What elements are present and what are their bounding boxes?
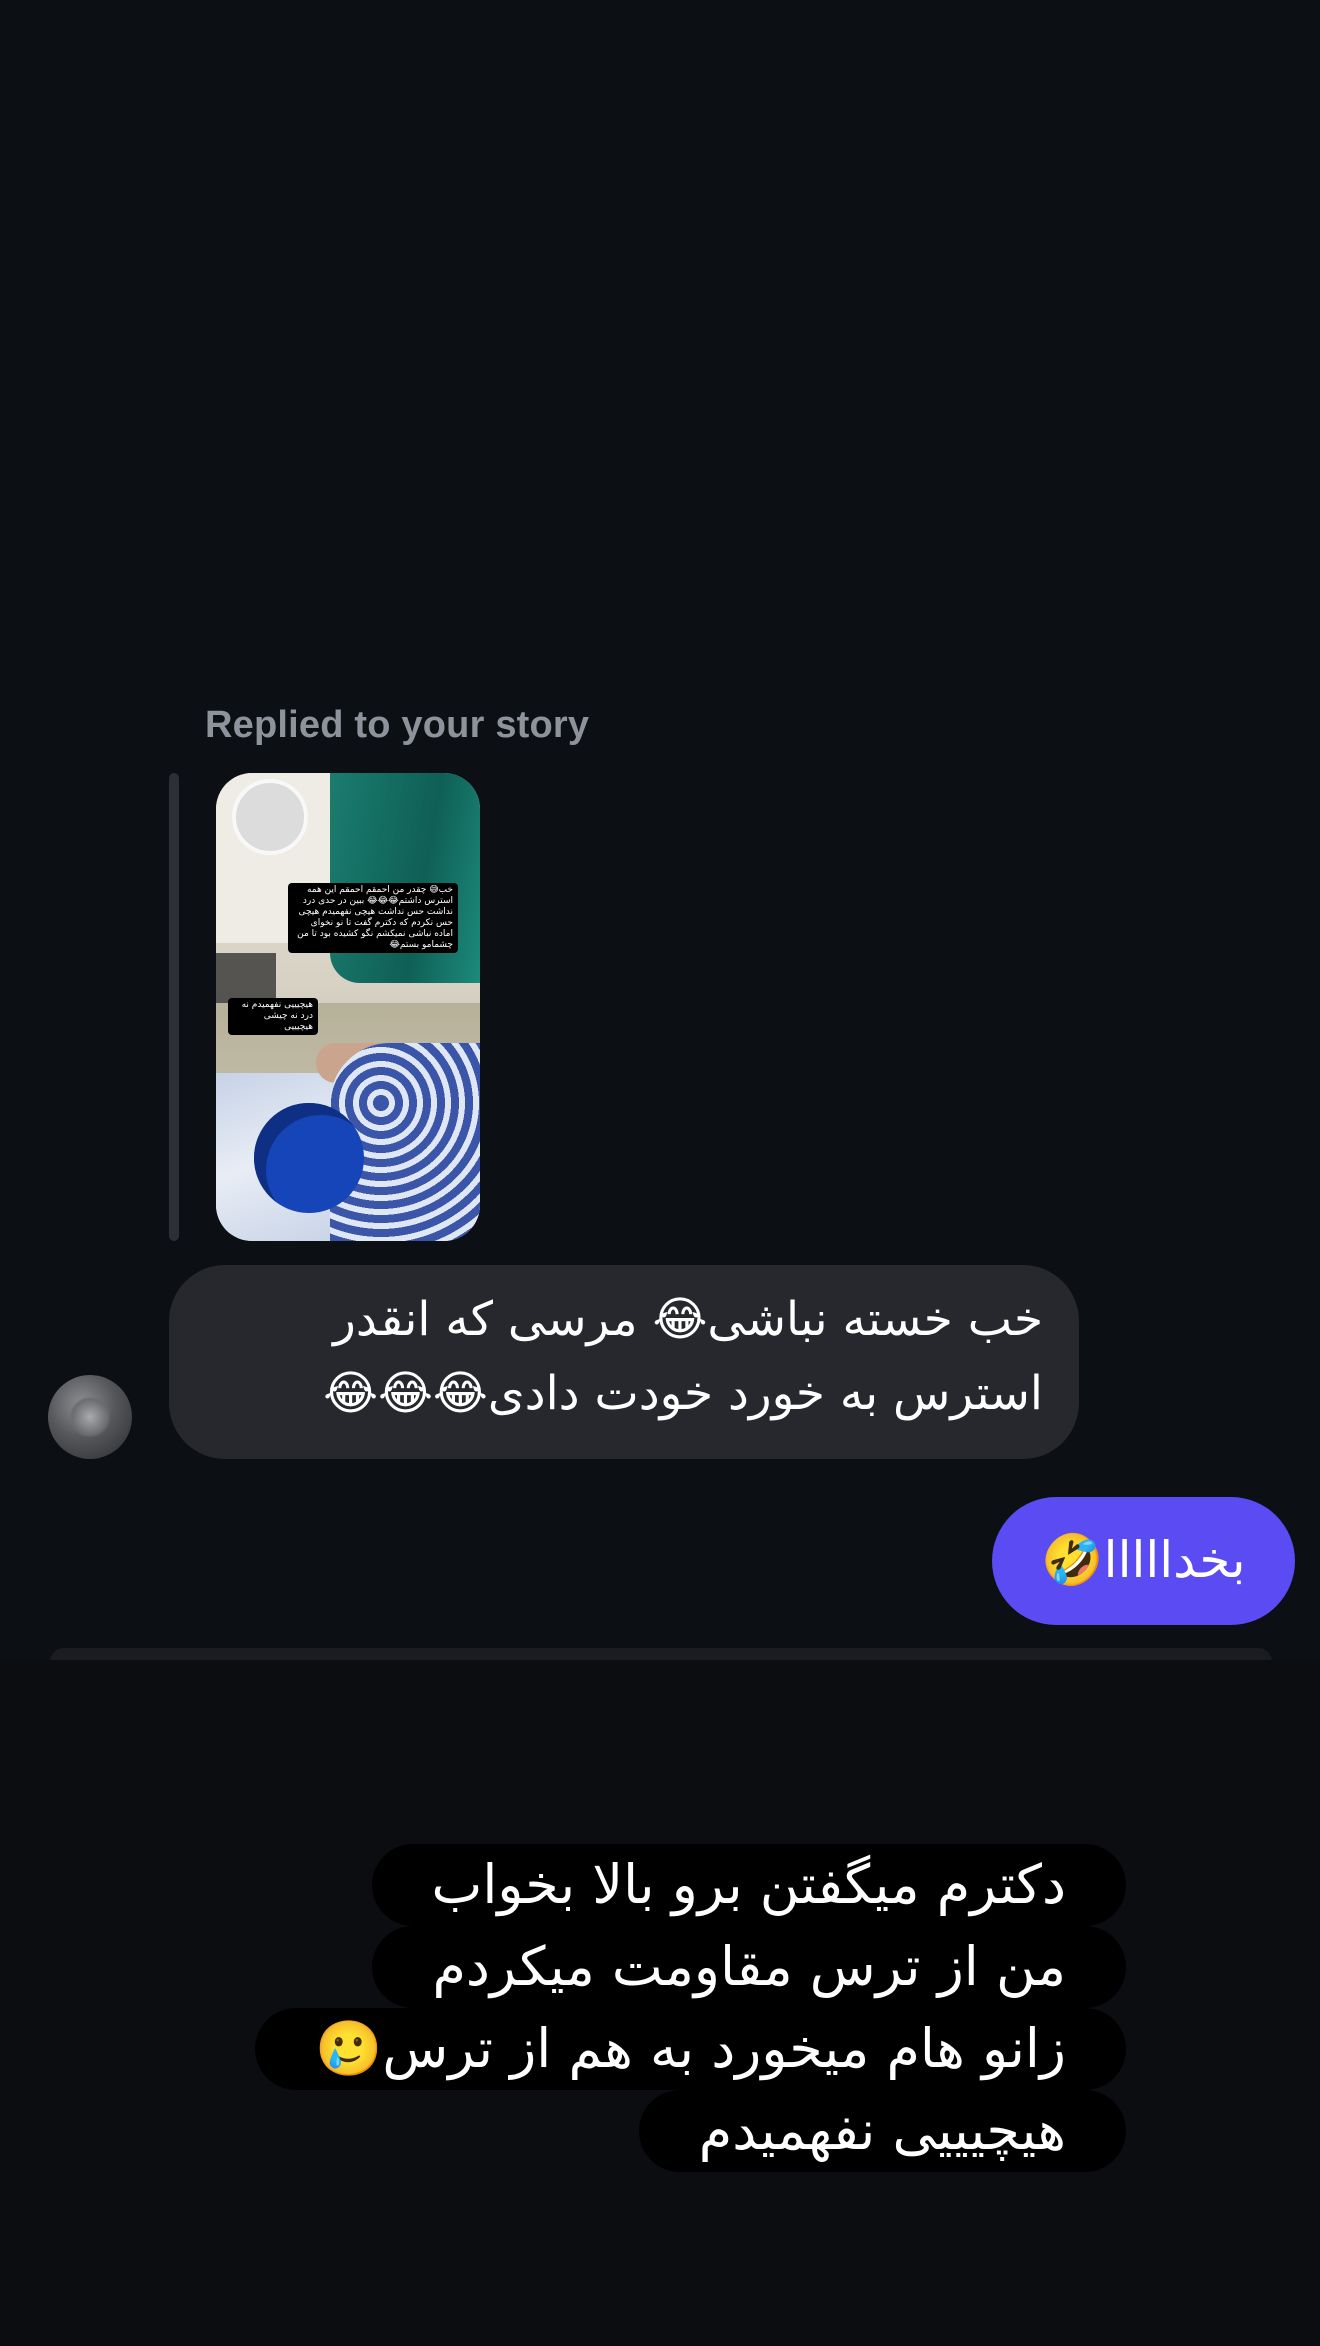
story-caption-line: دکترم میگفتن برو بالا بخواب [371, 1844, 1126, 1926]
outgoing-message-bubble[interactable]: بخدااااا🤣 [992, 1497, 1295, 1625]
story-caption-line: من از ترس مقاومت میکردم [372, 1926, 1126, 2008]
story-overlay-text-2: هیچیییی نفهمیدم نه درد نه چیشی هیچیییی [228, 998, 318, 1035]
story-caption: دکترم میگفتن برو بالا بخواب من از ترس مق… [126, 1844, 1126, 2172]
reply-label: Replied to your story [205, 704, 590, 746]
story-cap [254, 1103, 364, 1213]
incoming-message-text: خب خسته نباشی😂 مرسی که انقدر استرس به خو… [323, 1292, 1043, 1421]
reply-quote-bar [169, 773, 179, 1241]
story-preview-thumbnail[interactable]: خب😅 چقدر من احمقم احمقم این همه استرس دا… [216, 773, 480, 1241]
story-caption-line: هیچیییی نفهمیدم [638, 2090, 1126, 2172]
story-overlay-text: خب😅 چقدر من احمقم احمقم این همه استرس دا… [288, 883, 458, 953]
story-fan [232, 779, 308, 855]
incoming-message-bubble[interactable]: خب خسته نباشی😂 مرسی که انقدر استرس به خو… [169, 1265, 1079, 1459]
story-caption-line: زانو هام میخورد به هم از ترس🥲 [255, 2008, 1126, 2090]
sender-avatar[interactable] [48, 1375, 132, 1459]
outgoing-message-text: بخدااااا🤣 [1041, 1531, 1246, 1589]
